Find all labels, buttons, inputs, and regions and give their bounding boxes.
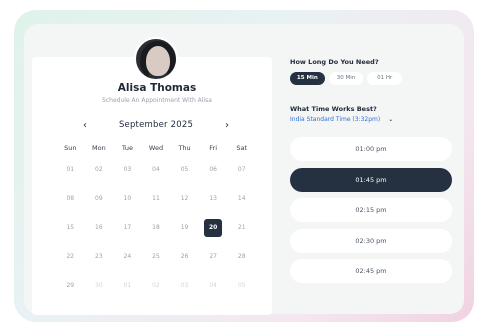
duration-option-15-min[interactable]: 15 Min: [290, 72, 325, 85]
time-slot[interactable]: 02:15 pm: [290, 198, 452, 222]
calendar-day[interactable]: 24: [113, 251, 142, 280]
calendar-day[interactable]: 19: [170, 222, 199, 251]
calendar-day[interactable]: 18: [142, 222, 171, 251]
calendar-day[interactable]: 23: [85, 251, 114, 280]
time-slot[interactable]: 02:30 pm: [290, 228, 452, 253]
time-slot-selected[interactable]: 01:45 pm: [290, 167, 452, 192]
avatar-face: [146, 46, 170, 76]
calendar-day[interactable]: 06: [199, 164, 228, 193]
calendar-day[interactable]: 28: [227, 251, 256, 280]
calendar-day[interactable]: 21: [227, 222, 256, 251]
calendar-day-outside: 30: [95, 282, 103, 289]
calendar-grid: 01 02 03 04 05 06 07 08 09 10 11 12 13 1…: [56, 164, 256, 309]
time-slot[interactable]: 01:00 pm: [290, 137, 452, 161]
duration-options: 15 Min 30 Min 01 Hr: [290, 72, 403, 85]
time-question: What Time Works Best?: [290, 105, 377, 113]
calendar-day[interactable]: 04: [142, 164, 171, 193]
weekday-label: Sun: [64, 144, 77, 152]
weekday-label: Sat: [236, 144, 248, 152]
calendar-day[interactable]: 13: [199, 193, 228, 222]
chevron-right-icon[interactable]: ›: [220, 120, 234, 131]
calendar-day[interactable]: 16: [85, 222, 114, 251]
calendar-day[interactable]: 22: [56, 251, 85, 280]
calendar-day-outside: 05: [237, 282, 246, 289]
weekday-label: Thu: [178, 144, 191, 152]
calendar-day[interactable]: 25: [142, 251, 171, 280]
calendar-day[interactable]: 09: [85, 193, 114, 222]
weekday-label: Mon: [91, 144, 106, 152]
timezone-label: India Standard Time (3:32pm): [290, 116, 381, 123]
calendar-day-outside: 01: [123, 282, 132, 289]
avatar: [134, 37, 178, 81]
calendar-day[interactable]: 02: [85, 164, 114, 193]
calendar-day[interactable]: 17: [113, 222, 142, 251]
calendar-day[interactable]: 07: [227, 164, 256, 193]
calendar-day[interactable]: 26: [170, 251, 199, 280]
calendar-day[interactable]: 15: [56, 222, 85, 251]
chevron-left-icon[interactable]: ‹: [78, 120, 92, 131]
weekday-label: Tue: [121, 144, 133, 152]
profile-subtitle: Schedule An Appointment With Alisa: [102, 97, 212, 104]
calendar-day[interactable]: 14: [227, 193, 256, 222]
weekday-label: Fri: [209, 144, 217, 152]
calendar-day-outside: 02: [152, 282, 160, 289]
duration-option-01-hr[interactable]: 01 Hr: [367, 72, 403, 85]
calendar-day[interactable]: 10: [113, 193, 142, 222]
calendar-day[interactable]: 01: [56, 164, 85, 193]
timezone-selector[interactable]: India Standard Time (3:32pm) ⌄: [290, 116, 393, 123]
calendar-day[interactable]: 05: [170, 164, 199, 193]
duration-option-30-min[interactable]: 30 Min: [328, 72, 364, 85]
month-label: September 2025: [118, 120, 194, 130]
calendar-day[interactable]: 08: [56, 193, 85, 222]
calendar-day[interactable]: 27: [199, 251, 228, 280]
calendar-day-outside: 03: [180, 282, 189, 289]
calendar-day-outside: 04: [209, 282, 217, 289]
chevron-down-icon: ⌄: [388, 116, 394, 123]
weekday-header: Sun Mon Tue Wed Thu Fri Sat: [56, 144, 256, 152]
calendar-day[interactable]: 03: [113, 164, 142, 193]
month-navigation: ‹ September 2025 ›: [78, 118, 234, 132]
calendar-day[interactable]: 12: [170, 193, 199, 222]
calendar-day-selected[interactable]: 20: [199, 219, 228, 251]
calendar-day[interactable]: 11: [142, 193, 171, 222]
time-slot-list: 01:00 pm 01:45 pm 02:15 pm 02:30 pm 02:4…: [290, 137, 452, 290]
duration-question: How Long Do You Need?: [290, 58, 379, 66]
weekday-label: Wed: [148, 144, 164, 152]
profile-name: Alisa Thomas: [117, 82, 197, 94]
calendar-day[interactable]: 29: [56, 280, 85, 309]
time-slot[interactable]: 02:45 pm: [290, 259, 452, 283]
